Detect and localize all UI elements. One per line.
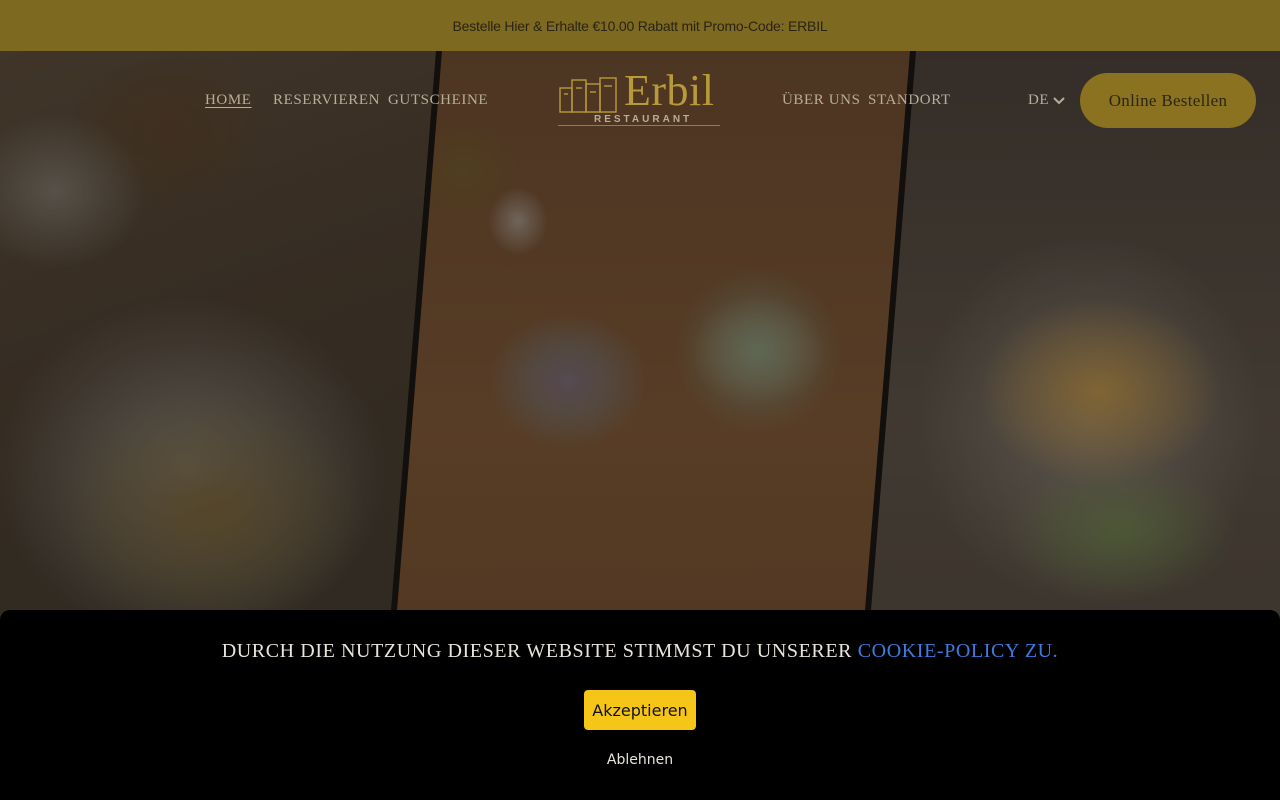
cookie-banner: Durch die Nutzung dieser Website stimmst… [0,610,1280,800]
building-skyline-icon [559,77,617,113]
cookie-policy-link[interactable]: Cookie-Policy zu. [858,640,1059,662]
cookie-message-text: Durch die Nutzung dieser Website stimmst… [221,640,853,662]
promo-bar[interactable]: Bestelle Hier & Erhalte €10.00 Rabatt mi… [0,0,1280,51]
chevron-down-icon [1053,96,1065,104]
online-order-button[interactable]: Online Bestellen [1080,73,1256,128]
decline-cookies-button[interactable]: Ablehnen [580,748,700,772]
nav-standort[interactable]: STANDORT [868,92,951,109]
promo-text[interactable]: Bestelle Hier & Erhalte €10.00 Rabatt mi… [453,18,828,34]
logo-wordmark: Erbil [624,66,715,115]
nav-reservieren[interactable]: RESERVIEREN [273,92,380,109]
language-selector[interactable]: DE [1028,92,1065,109]
accept-cookies-button[interactable]: Akzeptieren [584,690,696,730]
nav-home[interactable]: HOME [205,92,252,109]
logo-subtitle: RESTAURANT [594,114,693,125]
site-logo[interactable]: Erbil RESTAURANT [558,66,726,130]
nav-gutscheine[interactable]: GUTSCHEINE [388,92,488,109]
nav-ueber-uns[interactable]: ÜBER UNS [782,92,861,109]
logo-rule [558,125,720,126]
cookie-message: Durch die Nutzung dieser Website stimmst… [0,640,1280,663]
language-label: DE [1028,92,1050,108]
